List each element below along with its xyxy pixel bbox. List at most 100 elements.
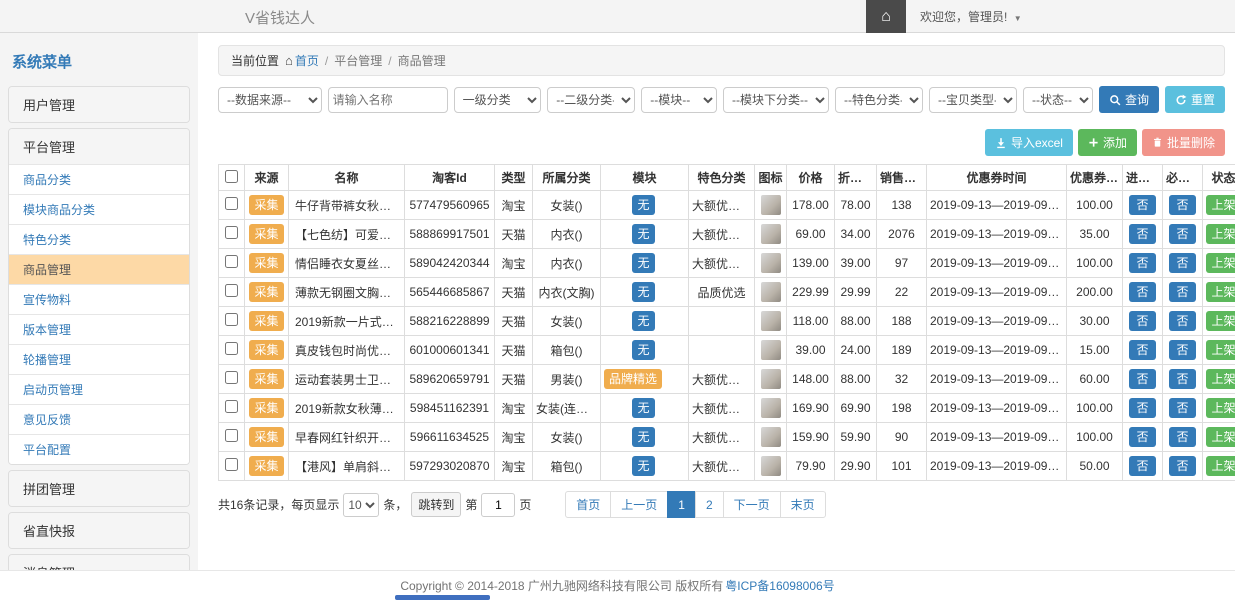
status-toggle[interactable]: 上架 bbox=[1206, 224, 1235, 243]
status-toggle[interactable]: 上架 bbox=[1206, 282, 1235, 301]
first-page-button[interactable]: 首页 bbox=[565, 491, 611, 518]
must-buy-toggle[interactable]: 否 bbox=[1169, 340, 1195, 359]
imported-toggle[interactable]: 否 bbox=[1129, 195, 1155, 214]
row-checkbox[interactable] bbox=[225, 429, 238, 442]
discount-price: 24.00 bbox=[835, 336, 877, 365]
sidebar-item-goods-mgmt[interactable]: 商品管理 bbox=[9, 254, 189, 284]
status-toggle[interactable]: 上架 bbox=[1206, 195, 1235, 214]
module-cell: 品牌精选爱上运动 bbox=[601, 365, 689, 394]
price: 159.90 bbox=[787, 423, 835, 452]
reset-button[interactable]: 重置 bbox=[1165, 86, 1225, 113]
status-toggle[interactable]: 上架 bbox=[1206, 456, 1235, 475]
module-cell: 无 bbox=[601, 220, 689, 249]
sidebar-item-carousel-mgmt[interactable]: 轮播管理 bbox=[9, 344, 189, 374]
platform-type: 淘宝 bbox=[495, 249, 533, 278]
imported-toggle[interactable]: 否 bbox=[1129, 253, 1155, 272]
must-buy-toggle[interactable]: 否 bbox=[1169, 398, 1195, 417]
imported-toggle[interactable]: 否 bbox=[1129, 427, 1155, 446]
row-checkbox[interactable] bbox=[225, 255, 238, 268]
table-row: 采集 薄款无钢圈文胸聚拢性... 565446685867 天猫 内衣(文胸) … bbox=[219, 278, 1235, 307]
select-all-checkbox[interactable] bbox=[225, 170, 238, 183]
data-source-select[interactable]: --数据来源-- bbox=[218, 87, 322, 113]
price: 169.90 bbox=[787, 394, 835, 423]
user-menu[interactable]: 欢迎您，管理员! ▼ bbox=[920, 8, 1022, 25]
imported-toggle[interactable]: 否 bbox=[1129, 340, 1155, 359]
page-button-2[interactable]: 2 bbox=[695, 491, 724, 518]
product-name: 【港风】单肩斜挎链条... bbox=[289, 452, 405, 481]
last-page-button[interactable]: 末页 bbox=[780, 491, 826, 518]
row-checkbox[interactable] bbox=[225, 342, 238, 355]
row-checkbox[interactable] bbox=[225, 458, 238, 471]
row-checkbox[interactable] bbox=[225, 313, 238, 326]
sidebar-item-promo-material[interactable]: 宣传物料 bbox=[9, 284, 189, 314]
imported-toggle[interactable]: 否 bbox=[1129, 311, 1155, 330]
status-toggle[interactable]: 上架 bbox=[1206, 311, 1235, 330]
must-buy-toggle[interactable]: 否 bbox=[1169, 456, 1195, 475]
sidebar-item-version-mgmt[interactable]: 版本管理 bbox=[9, 314, 189, 344]
search-button[interactable]: 查询 bbox=[1099, 86, 1159, 113]
row-checkbox[interactable] bbox=[225, 400, 238, 413]
name-search-input[interactable] bbox=[328, 87, 448, 113]
import-excel-button[interactable]: 导入excel bbox=[985, 129, 1073, 156]
must-buy-toggle[interactable]: 否 bbox=[1169, 369, 1195, 388]
sidebar-item-module-goods-category[interactable]: 模块商品分类 bbox=[9, 194, 189, 224]
product-thumbnail bbox=[761, 427, 781, 447]
must-buy-toggle[interactable]: 否 bbox=[1169, 282, 1195, 301]
status-toggle[interactable]: 上架 bbox=[1206, 253, 1235, 272]
row-checkbox[interactable] bbox=[225, 284, 238, 297]
status-toggle[interactable]: 上架 bbox=[1206, 427, 1235, 446]
sidebar-item-platform-config[interactable]: 平台配置 bbox=[9, 434, 189, 464]
must-buy-toggle[interactable]: 否 bbox=[1169, 195, 1195, 214]
page-button-1[interactable]: 1 bbox=[667, 491, 696, 518]
jump-page-input[interactable] bbox=[481, 493, 515, 517]
module-sub-select[interactable]: --模块下分类-- bbox=[723, 87, 829, 113]
imported-toggle[interactable]: 否 bbox=[1129, 282, 1155, 301]
next-page-button[interactable]: 下一页 bbox=[723, 491, 781, 518]
must-buy-toggle[interactable]: 否 bbox=[1169, 311, 1195, 330]
imported-toggle[interactable]: 否 bbox=[1129, 456, 1155, 475]
feature-category-select[interactable]: --特色分类-- bbox=[835, 87, 923, 113]
status-toggle[interactable]: 上架 bbox=[1206, 369, 1235, 388]
category: 内衣() bbox=[533, 249, 601, 278]
batch-delete-button[interactable]: 批量删除 bbox=[1142, 129, 1225, 156]
imported-toggle[interactable]: 否 bbox=[1129, 224, 1155, 243]
discount-price: 34.00 bbox=[835, 220, 877, 249]
sidebar-item-splash-mgmt[interactable]: 启动页管理 bbox=[9, 374, 189, 404]
platform-type: 天猫 bbox=[495, 220, 533, 249]
status-toggle[interactable]: 上架 bbox=[1206, 340, 1235, 359]
category2-select[interactable]: --二级分类-- bbox=[547, 87, 635, 113]
horizontal-scrollbar-thumb[interactable] bbox=[395, 595, 490, 600]
status-toggle[interactable]: 上架 bbox=[1206, 398, 1235, 417]
sales-count: 32 bbox=[877, 365, 927, 394]
must-buy-toggle[interactable]: 否 bbox=[1169, 224, 1195, 243]
prev-page-button[interactable]: 上一页 bbox=[610, 491, 668, 518]
per-page-select[interactable]: 10 bbox=[343, 493, 379, 517]
breadcrumb-home-link[interactable]: ⌂ 首页 bbox=[285, 52, 319, 69]
jump-button[interactable]: 跳转到 bbox=[411, 492, 461, 517]
sidebar-item-goods-category[interactable]: 商品分类 bbox=[9, 164, 189, 194]
breadcrumb-separator: / bbox=[388, 54, 391, 68]
sidebar-item-group-buy-mgmt[interactable]: 拼团管理 bbox=[9, 471, 189, 506]
row-checkbox[interactable] bbox=[225, 197, 238, 210]
must-buy-toggle[interactable]: 否 bbox=[1169, 427, 1195, 446]
home-button[interactable]: ⌂ bbox=[866, 0, 906, 33]
taoke-id: 577479560965 bbox=[405, 191, 495, 220]
sidebar-item-platform-mgmt[interactable]: 平台管理 bbox=[9, 129, 189, 164]
sidebar-item-feedback[interactable]: 意见反馈 bbox=[9, 404, 189, 434]
category1-select[interactable]: 一级分类 bbox=[454, 87, 542, 113]
status-select[interactable]: --状态-- bbox=[1023, 87, 1093, 113]
must-buy-toggle[interactable]: 否 bbox=[1169, 253, 1195, 272]
icp-link[interactable]: 粤ICP备16098006号 bbox=[725, 577, 834, 594]
sidebar-item-express-news[interactable]: 省直快报 bbox=[9, 513, 189, 548]
module-select[interactable]: --模块-- bbox=[641, 87, 717, 113]
row-checkbox[interactable] bbox=[225, 371, 238, 384]
row-checkbox[interactable] bbox=[225, 226, 238, 239]
add-button[interactable]: 添加 bbox=[1078, 129, 1137, 156]
imported-toggle[interactable]: 否 bbox=[1129, 398, 1155, 417]
taoke-id: 598451162391 bbox=[405, 394, 495, 423]
item-type-select[interactable]: --宝贝类型-- bbox=[929, 87, 1017, 113]
sidebar-item-feature-category[interactable]: 特色分类 bbox=[9, 224, 189, 254]
imported-toggle[interactable]: 否 bbox=[1129, 369, 1155, 388]
sidebar-item-message-mgmt[interactable]: 消息管理 bbox=[9, 555, 189, 570]
sidebar-item-user-mgmt[interactable]: 用户管理 bbox=[9, 87, 189, 122]
